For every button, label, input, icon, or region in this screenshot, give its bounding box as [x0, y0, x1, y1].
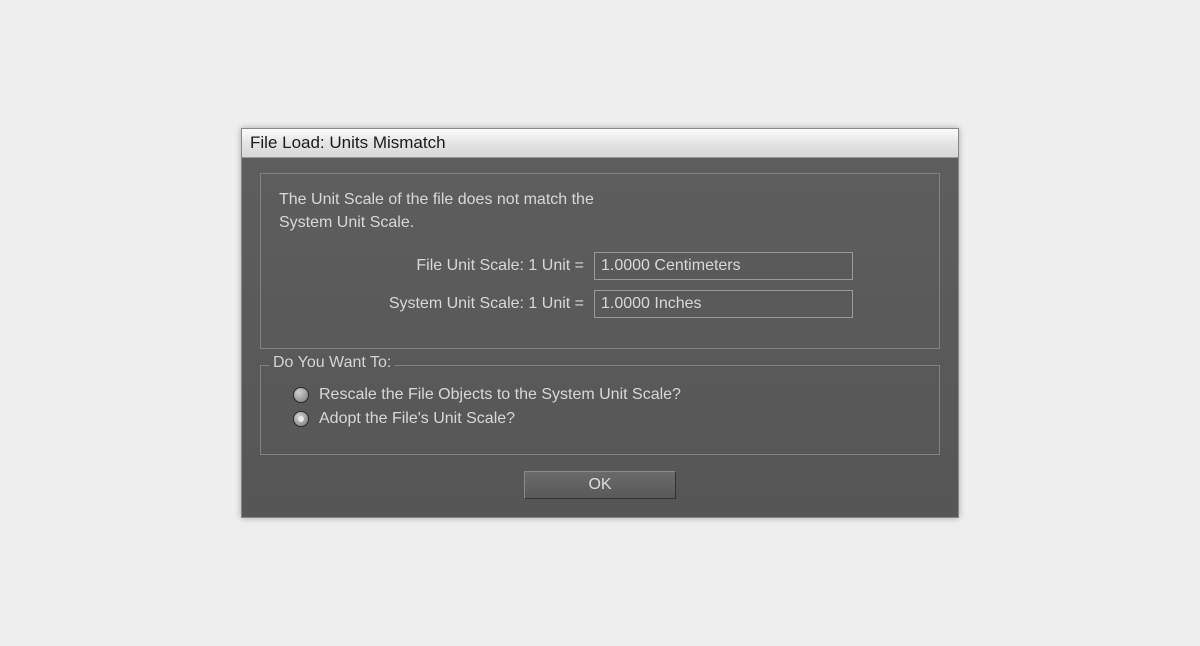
button-row: OK — [260, 471, 940, 499]
radio-adopt-label: Adopt the File's Unit Scale? — [319, 410, 515, 428]
titlebar: File Load: Units Mismatch — [242, 129, 958, 158]
units-mismatch-dialog: File Load: Units Mismatch The Unit Scale… — [241, 128, 959, 518]
file-unit-value: 1.0000 Centimeters — [594, 252, 853, 280]
description-line2: System Unit Scale. — [279, 214, 414, 231]
info-fieldset: The Unit Scale of the file does not matc… — [260, 173, 940, 349]
ok-button[interactable]: OK — [524, 471, 676, 499]
dialog-content: The Unit Scale of the file does not matc… — [242, 158, 958, 517]
radio-icon — [293, 387, 309, 403]
mismatch-description: The Unit Scale of the file does not matc… — [279, 188, 923, 234]
radio-rescale-label: Rescale the File Objects to the System U… — [319, 386, 681, 404]
radio-icon — [293, 411, 309, 427]
radio-rescale[interactable]: Rescale the File Objects to the System U… — [293, 386, 923, 404]
options-legend: Do You Want To: — [269, 354, 395, 372]
system-unit-label: System Unit Scale: 1 Unit = — [279, 295, 594, 313]
description-line1: The Unit Scale of the file does not matc… — [279, 191, 594, 208]
radio-adopt[interactable]: Adopt the File's Unit Scale? — [293, 410, 923, 428]
options-fieldset: Do You Want To: Rescale the File Objects… — [260, 365, 940, 455]
file-unit-label: File Unit Scale: 1 Unit = — [279, 257, 594, 275]
dialog-title: File Load: Units Mismatch — [250, 133, 446, 152]
file-unit-row: File Unit Scale: 1 Unit = 1.0000 Centime… — [279, 252, 923, 280]
system-unit-value: 1.0000 Inches — [594, 290, 853, 318]
system-unit-row: System Unit Scale: 1 Unit = 1.0000 Inche… — [279, 290, 923, 318]
ok-button-label: OK — [588, 476, 611, 494]
